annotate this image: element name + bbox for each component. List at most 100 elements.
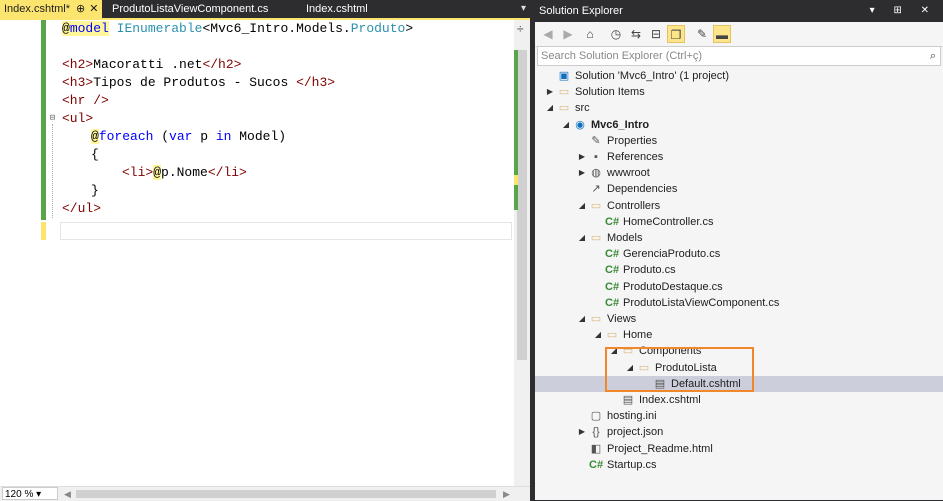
tree-item-label: Mvc6_Intro [591, 118, 650, 131]
tree-item-label: Project_Readme.html [607, 442, 713, 455]
tab-produtolistaviewcomponent[interactable]: ProdutoListaViewComponent.cs [108, 0, 272, 18]
tree-item[interactable]: C# ProdutoListaViewComponent.cs [535, 295, 943, 311]
tree-item[interactable]: ◢ ▭ Views [535, 311, 943, 327]
collapse-arrow-icon[interactable]: ◢ [561, 117, 571, 133]
csharp-file-icon: C# [605, 264, 620, 277]
home-icon[interactable]: ⌂ [581, 25, 599, 43]
references-icon: ▪ [594, 151, 598, 163]
history-icon[interactable]: ◷ [607, 25, 625, 43]
tree-item[interactable]: ▶ ▪ References [535, 149, 943, 165]
csharp-file-icon: C# [605, 215, 620, 228]
tab-label: ProdutoListaViewComponent.cs [112, 3, 269, 15]
tab-index-cshtml[interactable]: Index.cshtml [302, 0, 372, 18]
tree-item[interactable]: ◢ ▭ Controllers [535, 198, 943, 214]
editor-vertical-scrollbar[interactable]: ÷ [514, 20, 530, 486]
collapse-arrow-icon[interactable]: ◢ [545, 100, 555, 116]
tree-item[interactable]: ◢ ◉ Mvc6_Intro [535, 117, 943, 133]
zoom-level-value: 120 % [5, 489, 34, 500]
tab-index-cshtml-modified[interactable]: Index.cshtml* ⊕ ✕ [0, 0, 103, 18]
tree-item[interactable]: ▶ ◍ wwwroot [535, 165, 943, 181]
code-line-11: </ul> [62, 201, 102, 216]
tree-item-label: HomeController.cs [623, 215, 714, 228]
expand-arrow-icon[interactable]: ▶ [577, 165, 587, 181]
wrench-icon: ✎ [591, 134, 601, 147]
tree-item[interactable]: C# Startup.cs [535, 457, 943, 473]
forward-icon[interactable]: ▶ [559, 25, 577, 43]
tab-label: Index.cshtml [306, 3, 368, 15]
editor-horizontal-scrollbar[interactable]: 120 % ▾ ◀ ▶ [0, 486, 530, 501]
tree-item-label: Startup.cs [607, 458, 657, 471]
tree-item[interactable]: ✎ Properties [535, 133, 943, 149]
tree-item-label: Index.cshtml [639, 394, 701, 406]
collapse-arrow-icon[interactable]: ◢ [577, 311, 587, 327]
horizontal-scroll-thumb[interactable] [76, 490, 496, 498]
solution-explorer-panel: Solution Explorer ▾ ⊞ ✕ ◀ ▶ ⌂ ◷ ⇆ ⊟ ❐ ✎ … [535, 0, 943, 500]
tree-item[interactable]: ▤ Index.cshtml [535, 392, 943, 408]
chevron-down-icon: ▾ [36, 489, 42, 500]
globe-icon: ◍ [591, 167, 601, 180]
search-placeholder: Search Solution Explorer (Ctrl+ç) [541, 50, 703, 62]
outline-guide [52, 124, 53, 218]
code-line-8: { [91, 147, 99, 162]
tree-item[interactable]: ▢ hosting.ini [535, 408, 943, 424]
collapse-ul-icon[interactable]: ⊟ [48, 114, 57, 123]
tree-item[interactable]: ▶ {} project.json [535, 424, 943, 440]
preview-icon[interactable]: ▬ [713, 25, 731, 43]
split-window-icon[interactable]: ÷ [517, 22, 524, 36]
csharp-file-icon: C# [589, 458, 604, 471]
tree-item-label: project.json [607, 426, 664, 439]
collapse-arrow-icon[interactable]: ◢ [593, 327, 603, 343]
show-all-files-icon[interactable]: ❐ [667, 25, 685, 43]
tree-item[interactable]: C# ProdutoDestaque.cs [535, 279, 943, 295]
tree-item[interactable]: ↗ Dependencies [535, 181, 943, 197]
back-icon[interactable]: ◀ [539, 25, 557, 43]
properties-wrench-icon[interactable]: ✎ [693, 25, 711, 43]
tab-dropdown-icon[interactable]: ▾ [521, 0, 526, 18]
solution-tree: ▣ Solution 'Mvc6_Intro' (1 project) ▶ ▭ Solu… [535, 68, 943, 478]
scroll-right-icon[interactable]: ▶ [503, 487, 510, 501]
tree-item[interactable]: C# HomeController.cs [535, 214, 943, 230]
tree-item-label: Solution Items [575, 86, 645, 99]
csharp-file-icon: C# [605, 296, 620, 309]
editor-tab-strip: Index.cshtml* ⊕ ✕ ProdutoListaViewComponen… [0, 0, 530, 18]
tab-label: Index.cshtml* [4, 3, 71, 15]
tree-item-label: GerenciaProduto.cs [623, 248, 721, 261]
panel-window-buttons[interactable]: ▾ ⊞ ✕ [870, 0, 937, 22]
tree-item[interactable]: ◢ ▭ src [535, 100, 943, 116]
tree-item[interactable]: C# GerenciaProduto.cs [535, 246, 943, 262]
tree-item-label: Dependencies [607, 183, 678, 196]
tree-item[interactable]: ▶ ▭ Solution Items [535, 84, 943, 100]
tree-item-label: hosting.ini [607, 410, 657, 423]
tree-item-label: Home [623, 329, 653, 342]
solution-explorer-titlebar: Solution Explorer ▾ ⊞ ✕ [535, 0, 943, 22]
tree-item[interactable]: ◢ ▭ Models [535, 230, 943, 246]
expand-arrow-icon[interactable]: ▶ [545, 84, 555, 100]
scroll-thumb[interactable] [517, 50, 527, 360]
tree-item[interactable]: C# Produto.cs [535, 262, 943, 278]
expand-arrow-icon[interactable]: ▶ [577, 149, 587, 165]
search-input[interactable]: Search Solution Explorer (Ctrl+ç) ⌕ [537, 46, 941, 66]
folder-icon: ▭ [606, 329, 618, 342]
pin-icon[interactable]: ⊕ [76, 3, 85, 15]
search-icon[interactable]: ⌕ [930, 47, 936, 65]
collapse-arrow-icon[interactable]: ◢ [577, 198, 587, 214]
tree-item[interactable]: ▣ Solution 'Mvc6_Intro' (1 project) [535, 68, 943, 84]
tree-item-label: Controllers [607, 199, 661, 212]
zoom-level-dropdown[interactable]: 120 % ▾ [2, 487, 58, 500]
collapse-all-icon[interactable]: ⊟ [647, 25, 665, 43]
tree-item[interactable]: ◧ Project_Readme.html [535, 441, 943, 457]
tree-item-label: Solution 'Mvc6_Intro' (1 project) [575, 70, 729, 82]
sync-icon[interactable]: ⇆ [627, 25, 645, 43]
json-file-icon: {} [592, 426, 600, 439]
expand-arrow-icon[interactable]: ▶ [577, 424, 587, 440]
panel-title: Solution Explorer [539, 5, 623, 17]
tree-item[interactable]: ◢ ▭ Home [535, 327, 943, 343]
close-icon[interactable]: ✕ [89, 3, 98, 15]
scroll-left-icon[interactable]: ◀ [64, 487, 71, 501]
code-line-6: <ul> [62, 111, 94, 126]
tree-item-label: src [575, 102, 590, 115]
code-line-9: <li>@p.Nome</li> [122, 165, 247, 180]
collapse-arrow-icon[interactable]: ◢ [577, 230, 587, 246]
code-line-4: <h3>Tipos de Produtos - Sucos </h3> [62, 75, 336, 90]
scroll-change-marker [514, 50, 518, 210]
